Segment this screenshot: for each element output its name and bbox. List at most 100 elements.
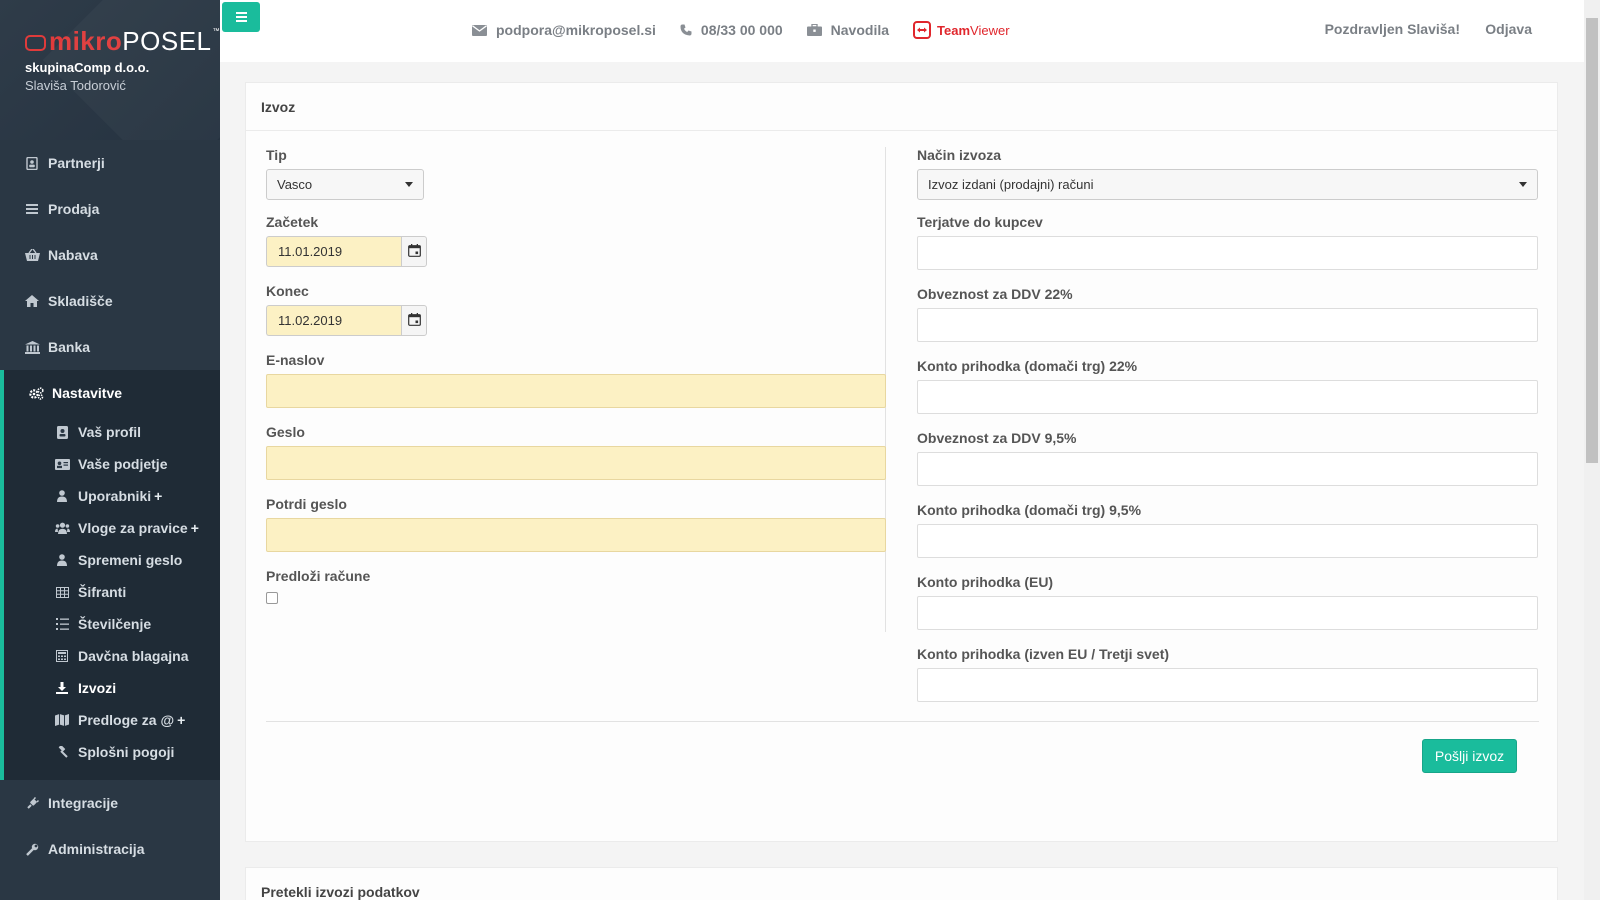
submenu-item-label: Splošni pogoji bbox=[78, 744, 175, 760]
submenu-item-stevilcenje[interactable]: Številčenje bbox=[4, 608, 220, 640]
submenu-item-label: Izvozi bbox=[78, 680, 117, 696]
basket-icon bbox=[24, 248, 40, 262]
end-date-label: Konec bbox=[266, 283, 309, 299]
sidebar-item-skladisce[interactable]: Skladišče bbox=[0, 278, 220, 324]
submenu-item-izvozi[interactable]: Izvozi bbox=[4, 672, 220, 704]
vat-95-label: Obveznost za DDV 9,5% bbox=[917, 430, 1077, 446]
submenu-item-label: Številčenje bbox=[78, 616, 152, 632]
sidebar-item-prodaja[interactable]: Prodaja bbox=[0, 186, 220, 232]
password-label: Geslo bbox=[266, 424, 305, 440]
id-card-icon bbox=[54, 457, 70, 471]
calculator-icon bbox=[54, 649, 70, 663]
sidebar-item-nastavitve[interactable]: Nastavitve bbox=[4, 370, 220, 416]
submenu-item-predloge[interactable]: Predloge za @ + bbox=[4, 704, 220, 736]
list-icon bbox=[24, 202, 40, 216]
caret-down-icon bbox=[1519, 182, 1527, 187]
users-icon bbox=[54, 521, 70, 535]
add-role-plus-icon[interactable]: + bbox=[191, 520, 199, 536]
export-panel: Izvoz Tip Vasco Začetek 11.01.2019 Konec… bbox=[245, 82, 1558, 842]
sidebar-item-administracija[interactable]: Administracija bbox=[0, 826, 220, 872]
teamviewer-link[interactable]: TeamViewer bbox=[913, 21, 1010, 39]
sidebar-item-label: Prodaja bbox=[48, 201, 100, 217]
hamburger-icon-line bbox=[235, 12, 247, 14]
support-email-link[interactable]: podpora@mikroposel.si bbox=[472, 22, 656, 38]
password-field[interactable] bbox=[266, 446, 886, 480]
menu-toggle-button[interactable] bbox=[222, 2, 260, 32]
sidebar-item-label: Administracija bbox=[48, 841, 145, 857]
profile-icon bbox=[54, 425, 70, 439]
submenu-item-vas-profil[interactable]: Vaš profil bbox=[4, 416, 220, 448]
sidebar-item-label: Banka bbox=[48, 339, 91, 355]
submenu-item-spremeni-geslo[interactable]: Spremeni geslo bbox=[4, 544, 220, 576]
end-date-group: 11.02.2019 bbox=[266, 305, 427, 336]
plug-icon bbox=[24, 796, 40, 810]
logout-link[interactable]: Odjava bbox=[1485, 21, 1532, 37]
submenu-item-sifranti[interactable]: Šifranti bbox=[4, 576, 220, 608]
sidebar-section-nastavitve: Nastavitve Vaš profil Vaše podjetje Upor… bbox=[0, 370, 220, 780]
type-label: Tip bbox=[266, 147, 287, 163]
bank-icon bbox=[24, 340, 40, 354]
revenue-domestic-22-input[interactable] bbox=[917, 380, 1538, 414]
type-select[interactable]: Vasco bbox=[266, 169, 424, 200]
start-date-label: Začetek bbox=[266, 214, 319, 230]
end-date-input[interactable]: 11.02.2019 bbox=[266, 305, 401, 336]
vat-95-input[interactable] bbox=[917, 452, 1538, 486]
submenu-item-uporabniki[interactable]: Uporabniki + bbox=[4, 480, 220, 512]
user-icon bbox=[54, 489, 70, 503]
confirm-password-label: Potrdi geslo bbox=[266, 496, 347, 512]
calendar-icon bbox=[407, 243, 421, 260]
confirm-password-field[interactable] bbox=[266, 518, 886, 552]
gavel-icon bbox=[54, 745, 70, 759]
instructions-link[interactable]: Navodila bbox=[806, 22, 889, 38]
end-date-picker-button[interactable] bbox=[401, 305, 427, 336]
sidebar-item-integracije[interactable]: Integracije bbox=[0, 780, 220, 826]
download-icon bbox=[54, 681, 70, 695]
submit-invoices-label: Predloži račune bbox=[266, 568, 371, 584]
start-date-input[interactable]: 11.01.2019 bbox=[266, 236, 401, 267]
wrench-icon bbox=[24, 842, 40, 856]
support-phone-link[interactable]: 08/33 00 000 bbox=[680, 22, 783, 38]
email-field[interactable] bbox=[266, 374, 886, 408]
submenu-item-splosni-pogoji[interactable]: Splošni pogoji bbox=[4, 736, 220, 768]
add-user-plus-icon[interactable]: + bbox=[154, 488, 162, 504]
page-scrollbar[interactable] bbox=[1584, 0, 1600, 900]
revenue-non-eu-input[interactable] bbox=[917, 668, 1538, 702]
export-method-select[interactable]: Izvoz izdani (prodajni) računi bbox=[917, 169, 1538, 200]
revenue-eu-input[interactable] bbox=[917, 596, 1538, 630]
address-book-icon bbox=[24, 156, 40, 170]
submenu-item-vase-podjetje[interactable]: Vaše podjetje bbox=[4, 448, 220, 480]
export-method-value: Izvoz izdani (prodajni) računi bbox=[928, 177, 1094, 192]
settings-submenu: Vaš profil Vaše podjetje Uporabniki + Vl… bbox=[4, 416, 220, 780]
envelope-icon bbox=[472, 24, 487, 36]
revenue-domestic-22-label: Konto prihodka (domači trg) 22% bbox=[917, 358, 1138, 374]
logo[interactable]: mikro POSEL ™ bbox=[25, 28, 220, 54]
email-label: E-naslov bbox=[266, 352, 325, 368]
revenue-domestic-95-input[interactable] bbox=[917, 524, 1538, 558]
user-lock-icon bbox=[54, 553, 70, 567]
sidebar-item-nabava[interactable]: Nabava bbox=[0, 232, 220, 278]
sidebar-item-banka[interactable]: Banka bbox=[0, 324, 220, 370]
support-email-text: podpora@mikroposel.si bbox=[496, 22, 656, 38]
submenu-item-label: Predloge za @ bbox=[78, 712, 175, 728]
send-export-button[interactable]: Pošlji izvoz bbox=[1422, 739, 1517, 773]
greeting-text: Pozdravljen Slaviša! bbox=[1324, 21, 1460, 37]
receivables-input[interactable] bbox=[917, 236, 1538, 270]
submit-invoices-checkbox[interactable] bbox=[266, 592, 278, 604]
teamviewer-icon bbox=[913, 21, 932, 39]
start-date-picker-button[interactable] bbox=[401, 236, 427, 267]
sidebar-nav: Partnerji Prodaja Nabava Skladišče Banka bbox=[0, 140, 220, 370]
logo-text-mikro: mikro bbox=[48, 26, 123, 56]
top-bar: podpora@mikroposel.si 08/33 00 000 Navod… bbox=[220, 0, 1584, 62]
submenu-item-vloge-za-pravice[interactable]: Vloge za pravice + bbox=[4, 512, 220, 544]
brand-block: mikro POSEL ™ skupinaComp d.o.o. Slaviša… bbox=[0, 0, 220, 140]
scrollbar-thumb[interactable] bbox=[1586, 18, 1598, 463]
start-date-group: 11.01.2019 bbox=[266, 236, 427, 267]
support-phone-text: 08/33 00 000 bbox=[700, 22, 783, 38]
vat-22-input[interactable] bbox=[917, 308, 1538, 342]
sidebar-item-label: Integracije bbox=[48, 795, 119, 811]
add-template-plus-icon[interactable]: + bbox=[177, 712, 185, 728]
submenu-item-davcna-blagajna[interactable]: Davčna blagajna bbox=[4, 640, 220, 672]
sidebar-item-partnerji[interactable]: Partnerji bbox=[0, 140, 220, 186]
sidebar-nav-bottom: Integracije Administracija bbox=[0, 780, 220, 872]
submenu-item-label: Davčna blagajna bbox=[78, 648, 189, 664]
